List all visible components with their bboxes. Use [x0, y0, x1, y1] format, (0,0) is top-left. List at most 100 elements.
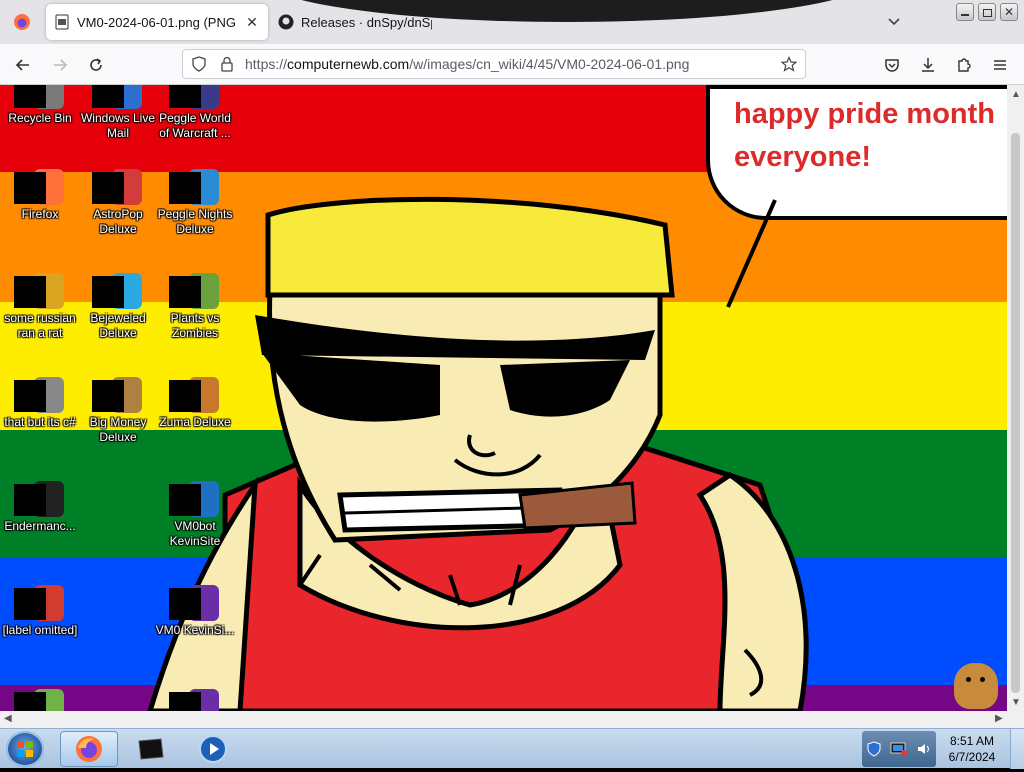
clock-date: 6/7/2024: [948, 750, 996, 764]
chevron-down-icon[interactable]: [885, 12, 903, 30]
pocket-icon: [885, 59, 899, 72]
downloads-button[interactable]: [915, 52, 941, 78]
desktop-icon[interactable]: Endermanc...: [0, 481, 80, 534]
desktop-icon[interactable]: VM0 KevinSi...: [155, 585, 235, 638]
firefox-view-button[interactable]: [4, 4, 40, 40]
desktop-icon-label: Big Money Deluxe: [89, 415, 147, 444]
desktop-icon[interactable]: Zuma Deluxe: [155, 377, 235, 430]
desktop-icon-label: some russian ran a rat: [4, 311, 76, 340]
tab-image[interactable]: VM0-2024-06-01.png (PNG Ima ✕: [46, 4, 268, 40]
github-icon: [278, 14, 294, 30]
tab-title: Releases · dnSpy/dnSpy: [301, 14, 432, 30]
shield-icon[interactable]: [191, 56, 207, 72]
clock-time: 8:51 AM: [949, 734, 995, 748]
desktop-icon[interactable]: Peggle Nights Deluxe: [155, 169, 235, 237]
system-tray: [862, 731, 936, 767]
desktop-icon-label: Zuma Deluxe: [159, 415, 231, 429]
volume-icon[interactable]: [916, 741, 932, 757]
reload-button[interactable]: [83, 52, 109, 78]
arrow-left-icon: [15, 59, 29, 71]
desktop-icon-label: [label omitted]: [2, 623, 78, 637]
puzzle-icon: [958, 58, 971, 72]
desktop-icon[interactable]: Peggle World of Warcraft ...: [155, 85, 235, 141]
visual-studio-icon: [169, 585, 219, 621]
scroll-left-icon[interactable]: ◀: [4, 713, 12, 724]
image-file-icon: [55, 14, 69, 30]
taskbar-clock[interactable]: 8:51 AM 6/7/2024: [938, 733, 1006, 765]
horizontal-scrollbar[interactable]: ◀ ▶: [0, 711, 1007, 728]
zuma-icon: [169, 377, 219, 413]
lock-icon[interactable]: [219, 56, 235, 72]
firefox-icon: [76, 736, 102, 762]
pocket-button[interactable]: [879, 52, 905, 78]
desktop-icon[interactable]: [label omitted]: [0, 585, 80, 638]
reload-icon: [90, 58, 102, 71]
desktop-icon[interactable]: Plants vs Zombies: [155, 273, 235, 341]
start-button[interactable]: [6, 731, 44, 767]
recycle-bin-icon: [14, 85, 64, 109]
taskbar-firefox[interactable]: [60, 731, 118, 767]
desktop-icon[interactable]: Big Money Deluxe: [78, 377, 158, 445]
visual-studio-icon: [169, 689, 219, 711]
desktop-icon[interactable]: Recycle Bin: [0, 85, 80, 126]
firefox-icon: [14, 14, 30, 30]
minimize-button[interactable]: [956, 3, 974, 21]
extensions-button[interactable]: [951, 52, 977, 78]
window-close-button[interactable]: ✕: [1000, 3, 1018, 21]
firefox-icon: [14, 169, 64, 205]
windows-logo-icon: [17, 741, 33, 757]
address-bar[interactable]: https://computernewb.com/w/images/cn_wik…: [182, 49, 806, 79]
terminal-icon: [138, 738, 164, 760]
tab-releases[interactable]: Releases · dnSpy/dnSpy: [270, 4, 440, 40]
restore-button[interactable]: [978, 3, 996, 21]
security-shield-icon[interactable]: [866, 741, 882, 757]
forward-button[interactable]: [47, 52, 73, 78]
desktop-icon[interactable]: [0, 689, 80, 711]
desktop-icon-label: that but its c#: [4, 415, 76, 429]
windows-live-mail-icon: [92, 85, 142, 109]
rat-icon: [14, 273, 64, 309]
show-desktop-button[interactable]: [1010, 729, 1024, 769]
desktop-icon[interactable]: AstroPop Deluxe: [78, 169, 158, 237]
back-button[interactable]: [10, 52, 36, 78]
desktop-icon[interactable]: VM0bot KevinSite: [155, 481, 235, 549]
bubble-text: happy pride month everyone!: [734, 98, 995, 173]
gopher-icon: [14, 689, 64, 711]
desktop-icon-label: Endermanc...: [4, 519, 76, 533]
terminal-icon: [14, 481, 64, 517]
peggle-nights-icon: [169, 169, 219, 205]
url-text[interactable]: https://computernewb.com/w/images/cn_wik…: [245, 56, 689, 72]
hamburger-menu-icon: [994, 60, 1006, 70]
desktop-icon[interactable]: Windows Live Mail: [78, 85, 158, 141]
desktop-icon[interactable]: Firefox: [0, 169, 80, 222]
close-icon: ✕: [1004, 5, 1015, 19]
scroll-down-icon[interactable]: ▼: [1011, 697, 1021, 708]
scroll-right-icon[interactable]: ▶: [995, 713, 1003, 724]
navigation-bar: https://computernewb.com/w/images/cn_wik…: [0, 44, 1024, 85]
desktop-icon[interactable]: some russian ran a rat: [0, 273, 80, 341]
bejeweled-icon: [92, 273, 142, 309]
close-icon[interactable]: ✕: [244, 14, 260, 31]
menu-button[interactable]: [987, 52, 1013, 78]
desktop-icon-label: AstroPop Deluxe: [93, 207, 143, 236]
taskbar-media-player[interactable]: [184, 731, 242, 767]
bookmark-star-icon[interactable]: [781, 56, 797, 72]
desktop-icon-label: Bejeweled Deluxe: [90, 311, 146, 340]
speech-bubble-tail: [726, 199, 777, 308]
network-icon[interactable]: [890, 741, 908, 757]
download-icon: [922, 58, 934, 72]
peggle-icon: [169, 85, 219, 109]
taskbar: 8:51 AM 6/7/2024: [0, 728, 1024, 769]
desktop-icon-label: Firefox: [21, 207, 59, 221]
desktop-icon-label: VM0 KevinSi...: [155, 623, 235, 637]
plants-vs-zombies-icon: [169, 273, 219, 309]
vscode-icon: [169, 481, 219, 517]
scrollbar-thumb[interactable]: [1011, 133, 1020, 693]
desktop-icon[interactable]: Bejeweled Deluxe: [78, 273, 158, 341]
vertical-scrollbar[interactable]: ▲ ▼: [1007, 85, 1024, 728]
taskbar-command-prompt[interactable]: [122, 731, 180, 767]
chrome-icon: [14, 585, 64, 621]
desktop-icon[interactable]: [155, 689, 235, 711]
scroll-up-icon[interactable]: ▲: [1011, 89, 1021, 100]
desktop-icon[interactable]: that but its c#: [0, 377, 80, 430]
